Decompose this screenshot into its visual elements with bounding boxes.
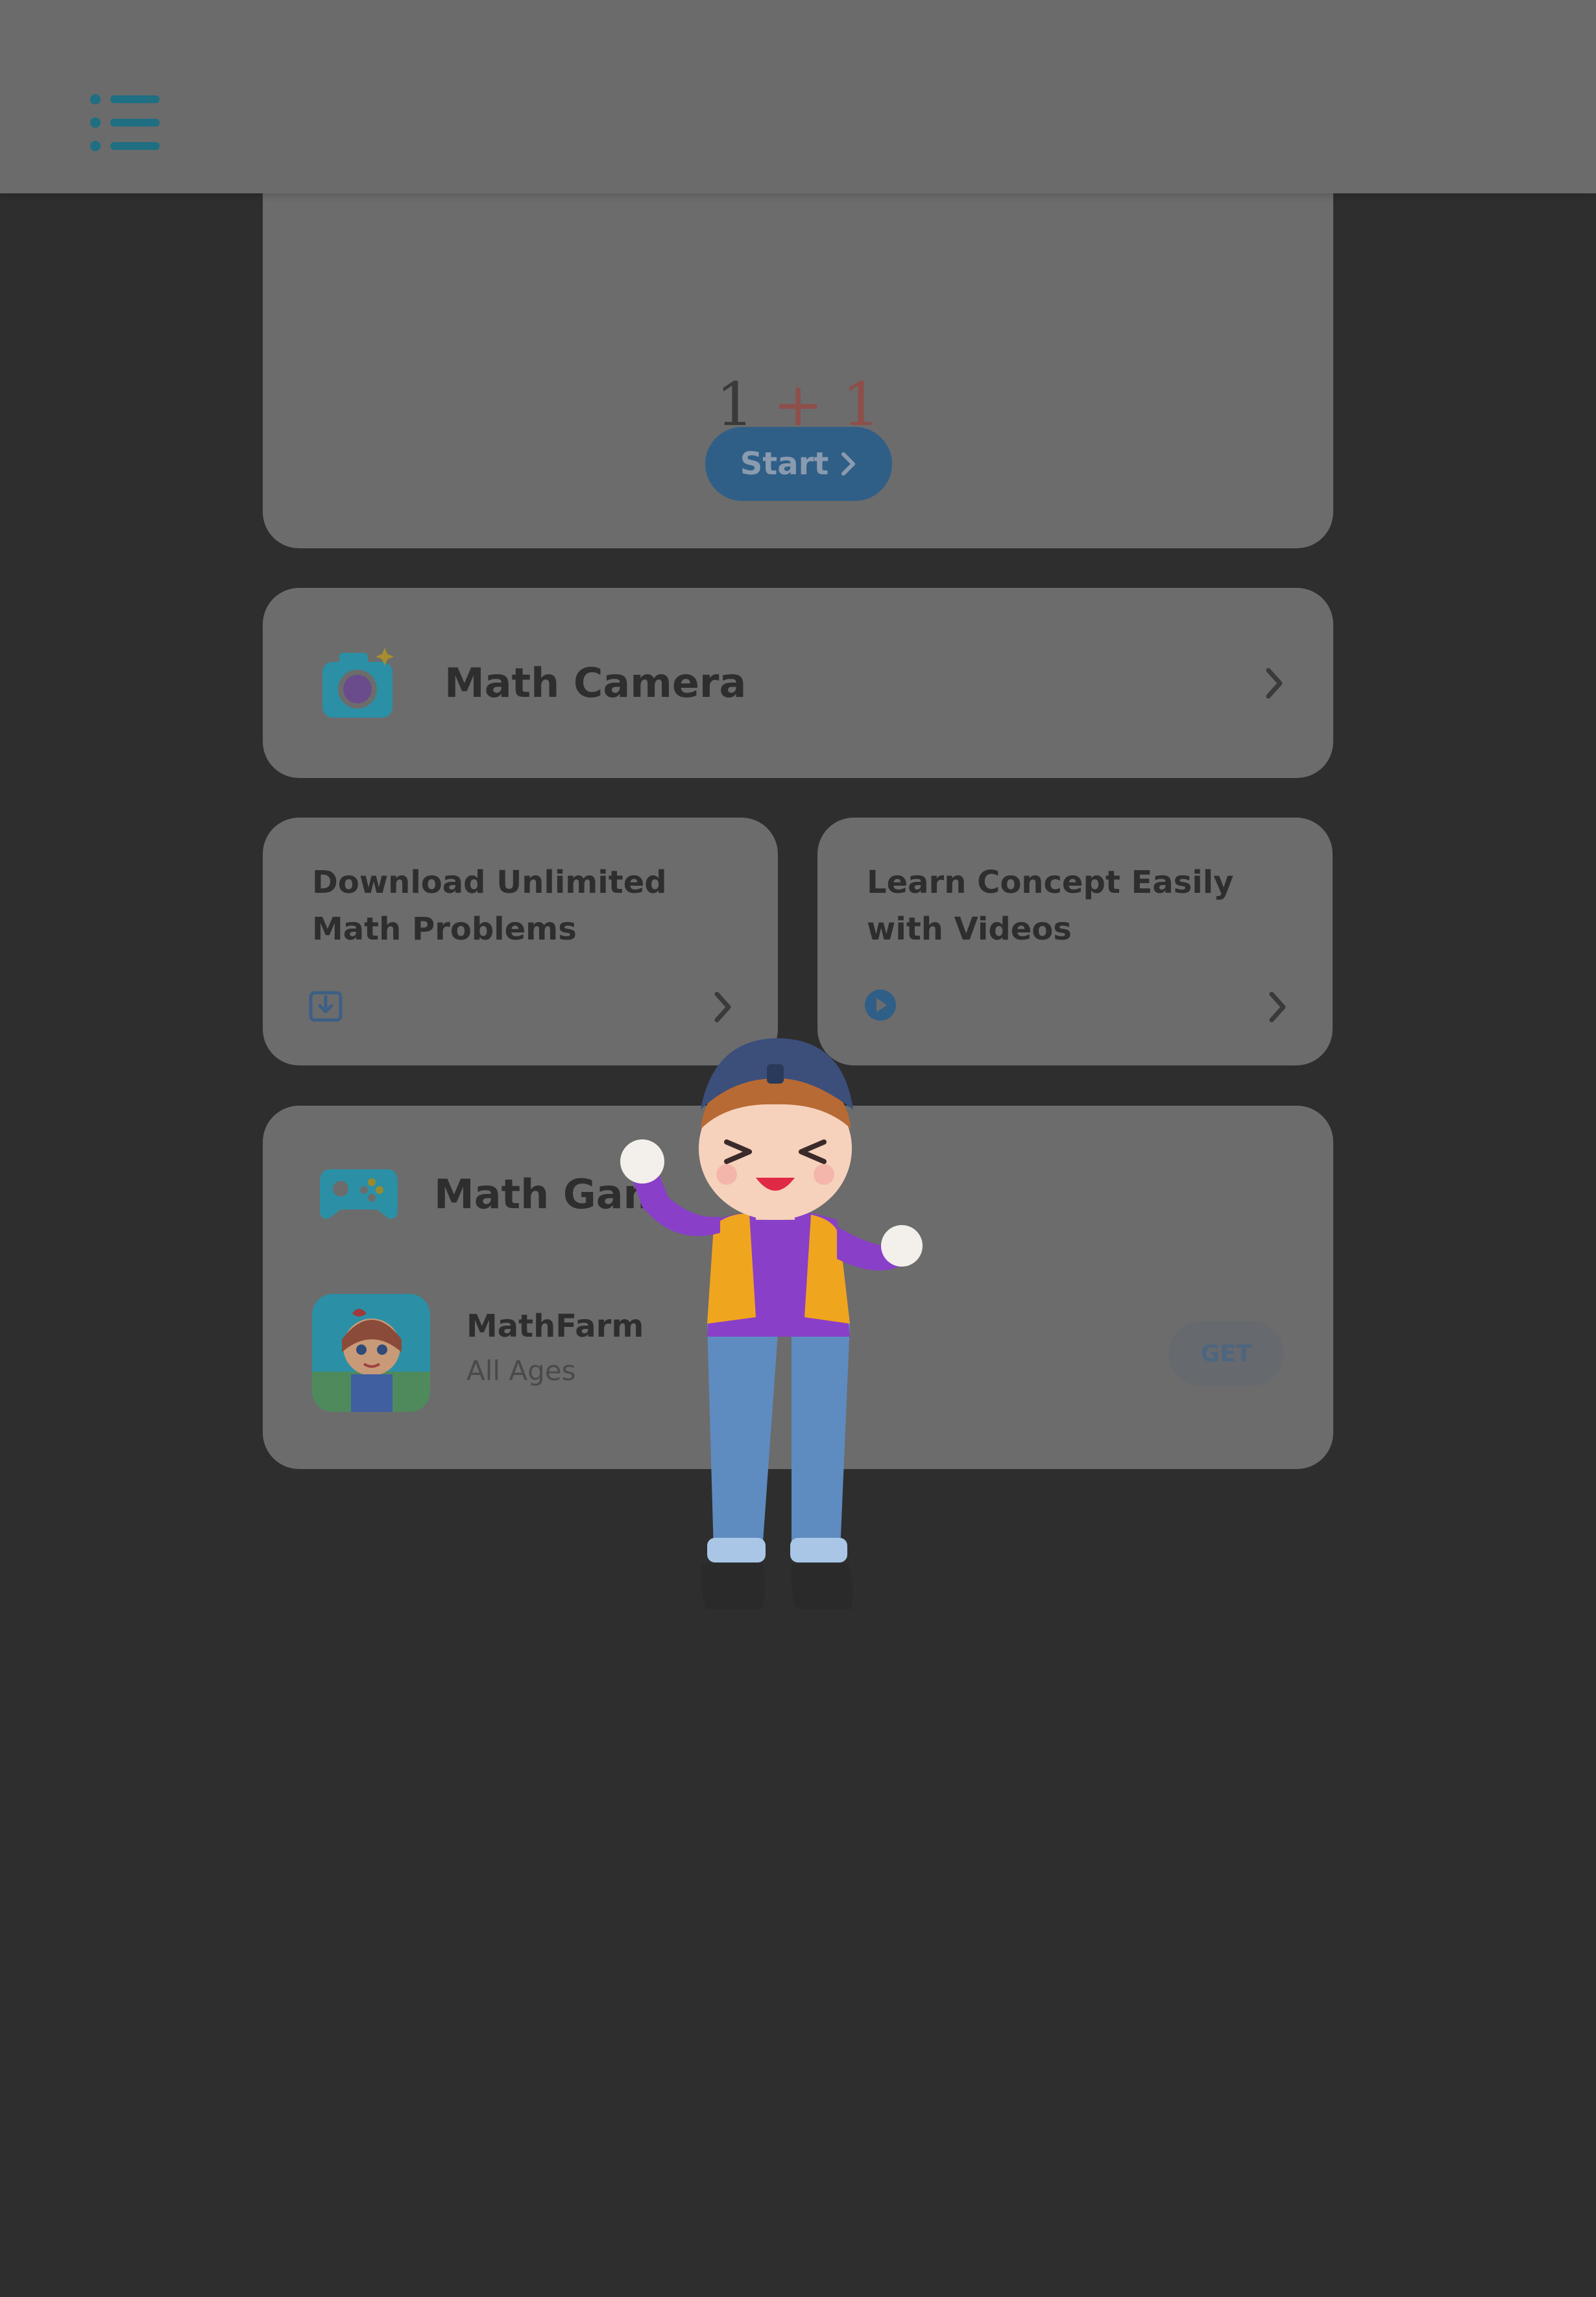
get-button[interactable]: GET [1168, 1321, 1284, 1386]
camera-icon [320, 645, 398, 723]
math-camera-card[interactable]: Math Camera [263, 588, 1333, 778]
download-problems-card[interactable]: Download Unlimited Math Problems [263, 818, 778, 1065]
start-label: Start [740, 446, 829, 482]
chevron-right-icon [841, 452, 856, 476]
chevron-right-icon [1266, 668, 1283, 699]
start-button[interactable]: Start [705, 427, 892, 501]
boy-mascot-illustration [616, 1032, 986, 1619]
chevron-right-icon [714, 991, 731, 1023]
download-card-title: Download Unlimited Math Problems [312, 864, 667, 947]
list-menu-icon[interactable] [90, 93, 161, 152]
mathfarm-app-icon[interactable] [312, 1294, 430, 1412]
play-icon [863, 988, 898, 1023]
download-icon [308, 988, 343, 1023]
app-age-rating: All Ages [466, 1355, 576, 1387]
chevron-right-icon [1269, 991, 1286, 1023]
gamepad-icon [317, 1163, 400, 1221]
top-bar [0, 0, 1596, 193]
math-camera-title: Math Camera [444, 659, 747, 707]
videos-card-title: Learn Concept Easily with Videos [867, 864, 1234, 947]
concept-videos-card[interactable]: Learn Concept Easily with Videos [817, 818, 1333, 1065]
